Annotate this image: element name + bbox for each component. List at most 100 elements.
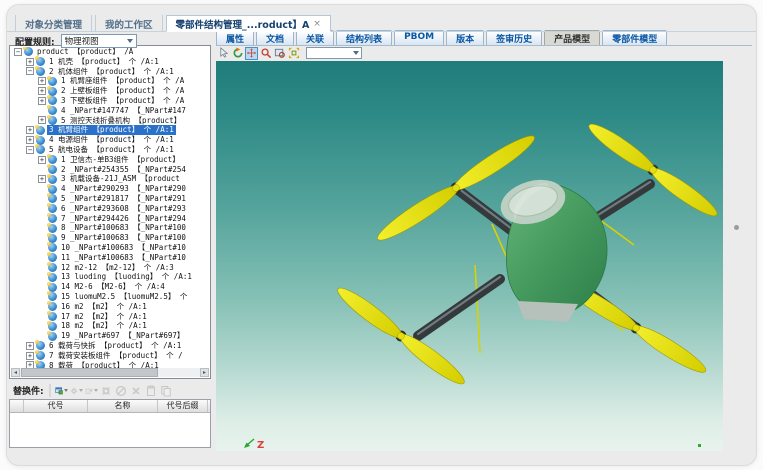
tree-item-label: 5 航电设备 【product】 个 /A:1 [47,145,176,155]
detail-tab[interactable]: 版本 [446,30,484,45]
expand-icon[interactable]: + [26,126,34,134]
tree-item[interactable]: +6 载荷与快拆 【product】 个 /A:1 [11,341,209,351]
expand-icon[interactable]: + [26,361,34,368]
table-column-header[interactable]: 代号后缀 [158,400,208,412]
table-column-header[interactable]: 名称 [88,400,158,412]
tree-item[interactable]: 13 luoding 【luoding】 个 /A:1 [11,272,209,282]
detail-tab[interactable]: 产品模型 [544,30,600,45]
table-column-header[interactable]: 代号 [24,400,88,412]
detail-tab[interactable]: 零部件模型 [602,30,667,45]
splitter-handle[interactable] [734,225,739,230]
replace-part-row: 替换件: [13,383,173,398]
replace-table-body[interactable] [10,413,210,447]
tree-item[interactable]: +4 电源组件 【product】 个 /A:1 [11,135,209,145]
tree-item[interactable]: +3 机载设备-21J_ASM 【product [11,174,209,184]
tree-item[interactable]: 14 M2-6 【M2-6】 个 /A:4 [11,282,209,292]
tree-item[interactable]: 8 _NPart#100683 【_NPart#100 [11,223,209,233]
part-icon [48,185,57,194]
collapse-icon[interactable]: − [14,48,22,56]
tree-item[interactable]: +1 机壳 【product】 个 /A:1 [11,57,209,67]
new-replacement-icon[interactable] [55,384,68,397]
zoom-icon[interactable] [259,47,272,60]
expand-icon[interactable]: + [26,352,34,360]
expand-icon[interactable]: + [26,136,34,144]
detail-tab[interactable]: 文档 [256,30,294,45]
tree-item[interactable]: 15 luomuM2.5 【luomuM2.5】 个 [11,292,209,302]
bottom-plate [517,301,578,322]
part-icon [36,361,45,368]
tree-item[interactable]: +8 载荷 【product】 个 /A:1 [11,361,209,369]
tree-item[interactable]: +1 卫信杰-单B3组件 【product】 [11,155,209,165]
detail-tab[interactable]: 属性 [216,30,254,45]
tree-horizontal-scrollbar[interactable]: ◂ ▸ [11,368,209,377]
detail-tab[interactable]: 签审历史 [486,30,542,45]
window-tab[interactable]: 零部件结构管理_...roduct】A× [166,15,331,32]
tree-item[interactable]: 10 _NPart#100683 【_NPart#10 [11,243,209,253]
tree-item[interactable]: +1 机臂座组件 【product】 个 /A [11,76,209,86]
tree-item[interactable]: 6 _NPart#293608 【_NPart#293 [11,204,209,214]
tree-item[interactable]: − 5 航电设备 【product】 个 /A:1 [11,145,209,155]
scrollbar-thumb[interactable] [21,368,158,377]
tree-item[interactable]: 16 m2 【m2】 个 /A:1 [11,302,209,312]
scrollbar-track[interactable] [20,368,200,377]
detail-tab[interactable]: 关联 [296,30,334,45]
fit-all-icon[interactable] [287,47,300,60]
tree-item[interactable]: +2 上壁板组件 【product】 个 /A [11,86,209,96]
tree-item[interactable]: 12 m2-12 【m2-12】 个 /A:3 [11,263,209,273]
tree-item[interactable]: 11 _NPart#100683 【_NPart#10 [11,253,209,263]
expand-icon[interactable]: + [38,175,46,183]
collapse-icon[interactable]: − [26,146,34,154]
tree-item-label: 5 _NPart#291817 【_NPart#291 [59,194,188,204]
tree-item-label: 3 下壁板组件 【product】 个 /A [59,96,186,106]
tree-item[interactable]: +5 测控天线折叠机构 【product】 [11,116,209,126]
tab-close-icon[interactable]: × [313,19,321,29]
config-rule-row: 配置规则: 物理视图 [15,34,137,48]
zoom-window-icon[interactable] [273,47,286,60]
structure-tree-panel: −product 【product】 /A+1 机壳 【product】 个 /… [9,45,211,379]
collapse-icon[interactable]: − [26,67,34,75]
tree-item[interactable]: 9 _NPart#100683 【_NPart#100 [11,233,209,243]
rotate-icon[interactable] [231,47,244,60]
window-tab[interactable]: 我的工作区 [95,15,163,32]
expand-icon[interactable]: + [38,77,46,85]
scroll-left-icon[interactable]: ◂ [11,368,20,377]
part-icon [48,283,57,292]
tree-item[interactable]: 4 _NPart#147747 【_NPart#147 [11,106,209,116]
tree-item[interactable]: 4 _NPart#290293 【_NPart#290 [11,184,209,194]
expand-icon[interactable]: + [38,156,46,164]
chevron-down-icon [353,51,359,55]
expand-icon[interactable]: + [38,97,46,105]
tree-item[interactable]: +3 机臂组件 【product】 个 /A:1 [11,125,209,135]
tree-item[interactable]: 2 _NPart#254355 【_NPart#254 [11,165,209,175]
expand-icon[interactable]: + [26,58,34,66]
tree-item[interactable]: 5 _NPart#291817 【_NPart#291 [11,194,209,204]
table-column-header[interactable] [10,400,24,412]
part-icon [48,155,57,164]
tree-item[interactable]: 17 m2 【m2】 个 /A:1 [11,312,209,322]
tree-item[interactable]: 7 _NPart#294426 【_NPart#294 [11,214,209,224]
part-icon [48,116,57,125]
part-icon [48,253,57,262]
scroll-right-icon[interactable]: ▸ [200,368,209,377]
part-icon [48,234,57,243]
tree-item-label: 6 _NPart#293608 【_NPart#293 [59,204,188,214]
tree-item[interactable]: −product 【product】 /A [11,47,209,57]
expand-icon[interactable]: + [38,87,46,95]
expand-icon[interactable]: + [26,342,34,350]
detail-tab[interactable]: PBOM [394,30,444,45]
tree-item-label: 17 m2 【m2】 个 /A:1 [59,312,149,322]
tree-item[interactable]: 18 m2 【m2】 个 /A:1 [11,321,209,331]
view-selector-combo[interactable] [306,47,362,59]
pan-icon[interactable] [245,47,258,60]
select-cursor-icon[interactable] [217,47,230,60]
3d-viewport[interactable]: Z [216,61,723,451]
tree-item[interactable]: +3 下壁板组件 【product】 个 /A [11,96,209,106]
expand-icon[interactable]: + [38,116,46,124]
tree-item[interactable]: −2 机体组件 【product】 个 /A:1 [11,67,209,77]
tree-item[interactable]: +7 载荷安装板组件 【product】 个 / [11,351,209,361]
detail-tab[interactable]: 结构列表 [336,30,392,45]
tree-item-label: 2 _NPart#254355 【_NPart#254 [59,165,188,175]
tree-item[interactable]: 19 _NPart#697 【_NPart#697】 [11,331,209,341]
window-tab[interactable]: 对象分类管理 [15,15,92,32]
config-rule-select[interactable]: 物理视图 [61,34,137,48]
